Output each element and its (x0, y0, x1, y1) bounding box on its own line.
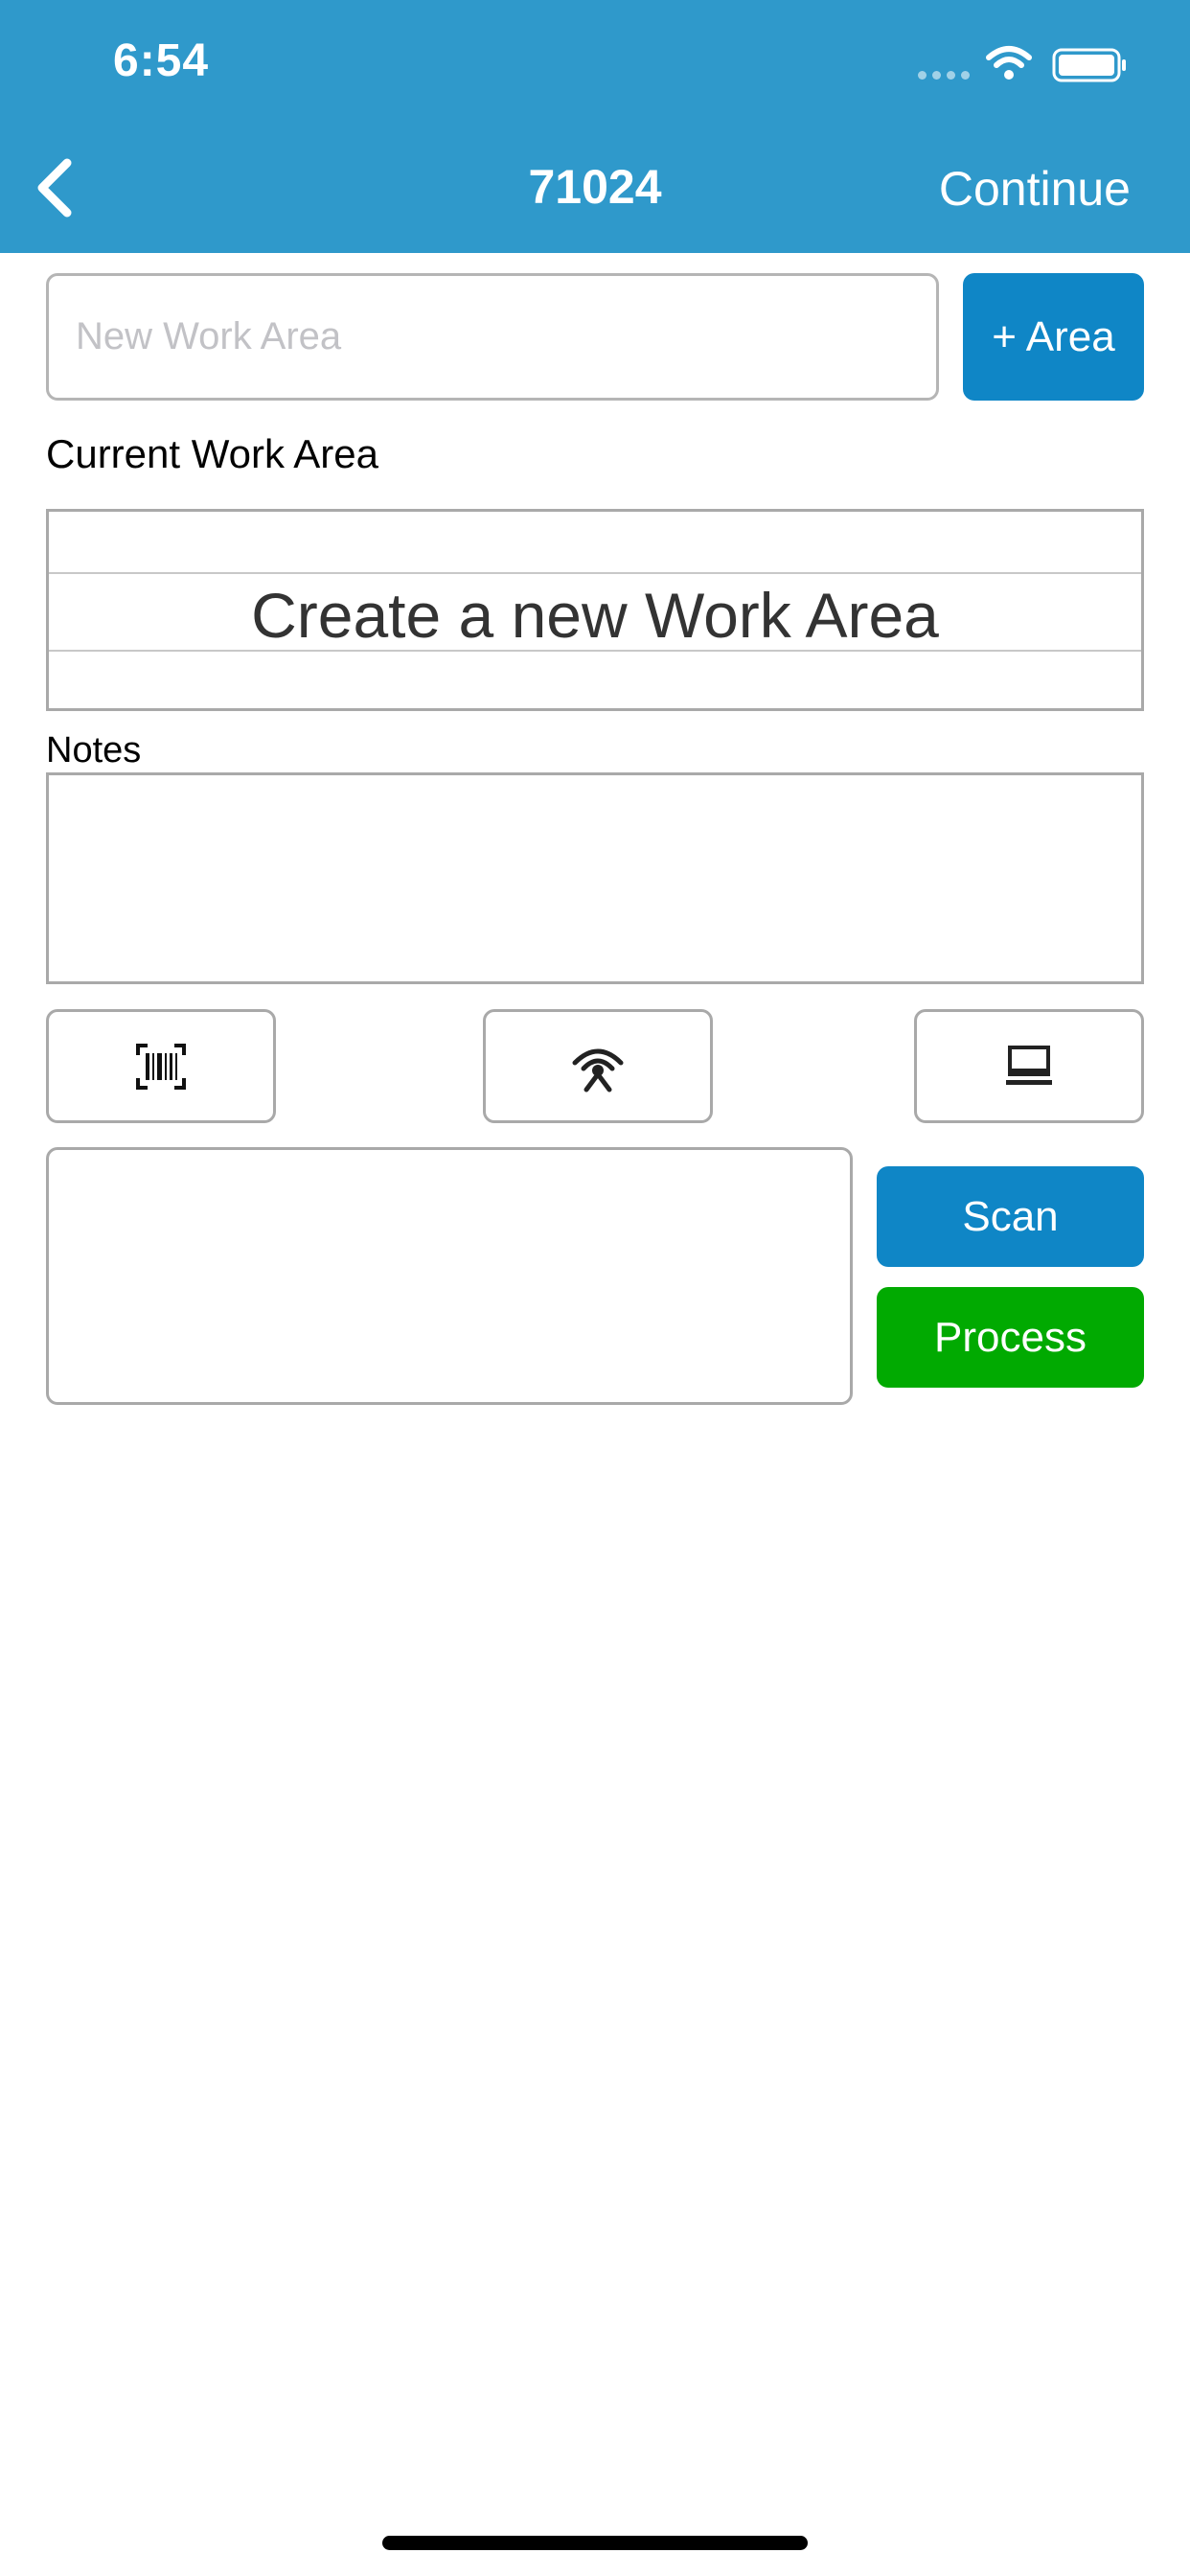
notes-label: Notes (46, 730, 142, 770)
picker-divider (49, 572, 1141, 574)
barcode-scan-icon (136, 1043, 186, 1090)
barcode-mode-button[interactable] (46, 1009, 276, 1123)
laptop-icon (1006, 1045, 1052, 1085)
scan-button[interactable]: Scan (877, 1166, 1144, 1267)
current-work-area-label: Current Work Area (46, 431, 379, 476)
continue-button[interactable]: Continue (939, 161, 1131, 217)
laptop-mode-button[interactable] (914, 1009, 1144, 1123)
battery-icon (1052, 48, 1126, 82)
home-indicator (382, 2536, 808, 2550)
rfid-mode-button[interactable] (483, 1009, 713, 1123)
add-area-button[interactable]: + Area (963, 273, 1144, 401)
notes-field[interactable] (46, 772, 1144, 984)
picker-selected-option[interactable]: Create a new Work Area (49, 579, 1141, 652)
rfid-antenna-icon (572, 1048, 624, 1092)
navigation-header: 6:54 71024 Continue (0, 0, 1190, 253)
scan-result-field[interactable] (46, 1147, 853, 1405)
wifi-icon (986, 46, 1032, 80)
process-button[interactable]: Process (877, 1287, 1144, 1388)
work-area-picker[interactable]: Create a new Work Area (46, 509, 1144, 711)
signal-dots-icon (918, 71, 970, 80)
new-work-area-input[interactable] (46, 273, 939, 401)
status-time: 6:54 (113, 35, 210, 86)
